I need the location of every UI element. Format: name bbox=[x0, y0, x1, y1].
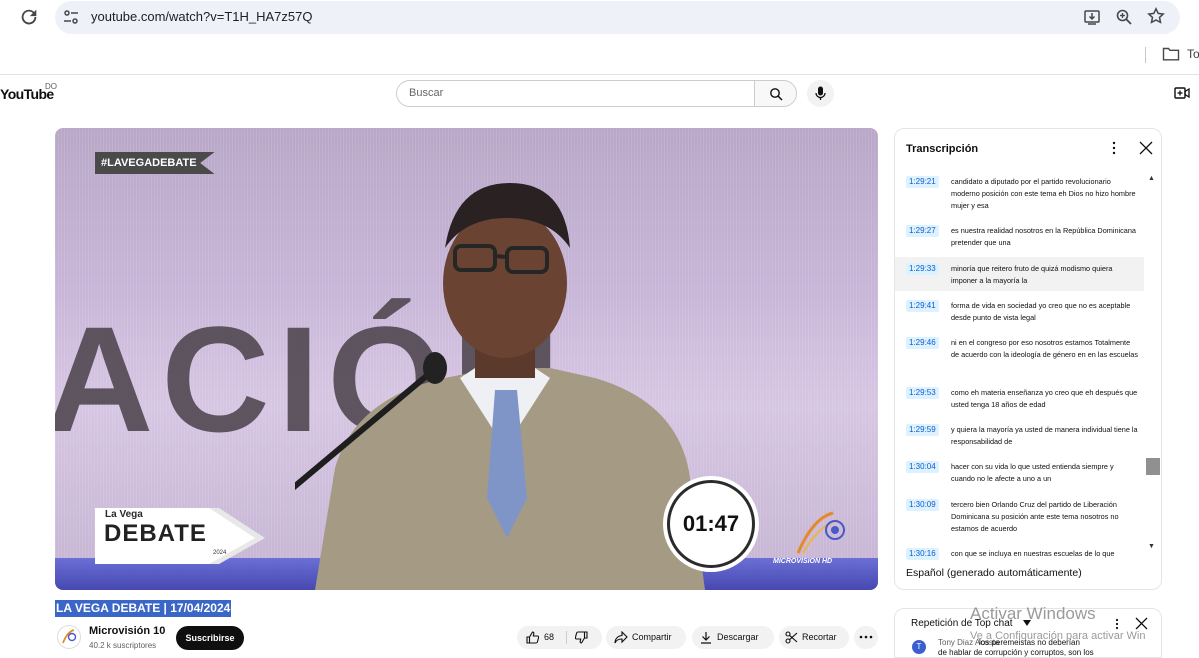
dislike-icon[interactable] bbox=[575, 631, 588, 644]
channel-avatar[interactable] bbox=[57, 625, 81, 649]
logo-subtitle: La Vega bbox=[105, 509, 143, 520]
download-label: Descargar bbox=[717, 632, 759, 642]
scroll-down-arrow[interactable]: ▼ bbox=[1148, 543, 1155, 550]
activate-windows-title: Activar Windows bbox=[970, 604, 1096, 623]
transcript-title: Transcripción bbox=[906, 143, 979, 155]
bookmark-star-icon[interactable] bbox=[1147, 7, 1165, 25]
reload-icon[interactable] bbox=[18, 6, 40, 28]
logo-title: DEBATE bbox=[104, 520, 207, 547]
segment-timestamp[interactable]: 1:30:16 bbox=[906, 548, 939, 560]
segment-text: ni en el congreso por eso nosotros estam… bbox=[951, 338, 1139, 359]
transcript-segment[interactable]: 1:29:46 ni en el congreso por eso nosotr… bbox=[895, 335, 1144, 373]
transcript-segment[interactable]: 1:29:41 forma de vida en sociedad yo cre… bbox=[895, 298, 1144, 324]
transcript-segment[interactable]: 1:30:16 con que se incluya en nuestras e… bbox=[895, 546, 1144, 560]
toolbar-divider bbox=[0, 74, 1199, 75]
scissors-icon bbox=[785, 631, 798, 644]
segment-text: candidato a diputado por el partido revo… bbox=[951, 177, 1136, 210]
clip-button[interactable]: Recortar bbox=[779, 626, 849, 649]
segment-text: hacer con su vida lo que usted entienda … bbox=[951, 462, 1114, 483]
segment-timestamp[interactable]: 1:29:33 bbox=[906, 263, 939, 275]
search-input[interactable] bbox=[409, 87, 739, 99]
download-icon bbox=[701, 632, 711, 644]
activate-windows-subtitle: Ve a Configuración para activar Win bbox=[970, 630, 1146, 642]
segment-timestamp[interactable]: 1:30:09 bbox=[906, 499, 939, 511]
more-actions-button[interactable] bbox=[854, 626, 878, 649]
like-count[interactable]: 68 bbox=[544, 626, 554, 649]
transcript-segment[interactable]: 1:30:09 tercero bien Orlando Cruz del pa… bbox=[895, 497, 1144, 535]
debate-timer: 01:47 bbox=[667, 480, 755, 568]
like-dislike-group: 68 bbox=[517, 626, 602, 649]
download-button[interactable]: Descargar bbox=[692, 626, 774, 649]
hashtag-overlay: #LAVEGADEBATE bbox=[95, 152, 215, 174]
share-icon bbox=[614, 631, 628, 644]
transcript-scrollbar-thumb[interactable] bbox=[1146, 458, 1160, 475]
speaker-figure bbox=[295, 183, 705, 590]
install-app-icon[interactable] bbox=[1083, 8, 1101, 26]
segment-timestamp[interactable]: 1:29:27 bbox=[906, 225, 939, 237]
site-info-icon[interactable] bbox=[62, 8, 80, 26]
channel-name[interactable]: Microvisión 10 bbox=[89, 625, 165, 637]
channel-logo-icon bbox=[62, 629, 77, 644]
search-icon bbox=[770, 88, 783, 101]
segment-text: tercero bien Orlando Cruz del partido de… bbox=[951, 500, 1119, 533]
segment-timestamp[interactable]: 1:29:46 bbox=[906, 337, 939, 349]
clip-label: Recortar bbox=[802, 632, 837, 642]
more-vertical-icon[interactable] bbox=[1109, 141, 1119, 155]
share-label: Compartir bbox=[632, 632, 672, 642]
close-icon[interactable] bbox=[1139, 141, 1153, 155]
segment-text: y quiera la mayoría ya usted de manera i… bbox=[951, 425, 1138, 446]
segment-text: como eh materia enseñanza yo creo que eh… bbox=[951, 388, 1138, 409]
video-title: LA VEGA DEBATE | 17/04/2024 bbox=[55, 600, 232, 617]
transcript-segment[interactable]: 1:29:27 es nuestra realidad nosotros en … bbox=[895, 223, 1144, 249]
transcript-segment[interactable]: 1:29:59 y quiera la mayoría ya usted de … bbox=[895, 422, 1144, 448]
chat-message-continued: de hablar de corrupción y corruptos, son… bbox=[938, 648, 1094, 657]
timer-value: 01:47 bbox=[682, 511, 740, 536]
bookmark-folder-label[interactable]: To bbox=[1187, 47, 1199, 61]
more-horizontal-icon bbox=[859, 635, 873, 639]
scroll-up-arrow[interactable]: ▲ bbox=[1148, 175, 1155, 182]
transcript-segment[interactable]: 1:29:53 como eh materia enseñanza yo cre… bbox=[895, 385, 1144, 411]
chat-author-avatar[interactable]: T bbox=[912, 640, 926, 654]
microvision-label: MICROVISION HD bbox=[773, 558, 833, 565]
browser-toolbar: youtube.com/watch?v=T1H_HA7z57Q To bbox=[0, 0, 1199, 75]
segment-timestamp[interactable]: 1:29:41 bbox=[906, 300, 939, 312]
voice-search-button[interactable] bbox=[807, 80, 834, 107]
logo-year: 2024 bbox=[213, 550, 227, 556]
close-icon[interactable] bbox=[1135, 617, 1148, 630]
subscribe-button[interactable]: Suscribirse bbox=[176, 626, 244, 650]
video-player[interactable]: ACIÓN #LAVEGADEBATE La Vega DEBATE 2024 … bbox=[55, 128, 878, 590]
microvision-watermark: MICROVISION HD bbox=[773, 508, 863, 570]
transcript-panel: Transcripción 1:29:21 candidato a diputa… bbox=[894, 128, 1162, 590]
transcript-segment[interactable]: 1:30:04 hacer con su vida lo que usted e… bbox=[895, 459, 1144, 485]
bookmarks-separator bbox=[1145, 47, 1146, 63]
segment-timestamp[interactable]: 1:29:53 bbox=[906, 387, 939, 399]
segment-timestamp[interactable]: 1:29:21 bbox=[906, 176, 939, 188]
create-video-icon[interactable] bbox=[1174, 86, 1190, 100]
segment-text: con que se incluya en nuestras escuelas … bbox=[951, 549, 1115, 558]
segment-timestamp[interactable]: 1:29:59 bbox=[906, 424, 939, 436]
transcript-segment[interactable]: 1:29:21 candidato a diputado por el part… bbox=[895, 174, 1144, 212]
search-button[interactable] bbox=[754, 80, 797, 107]
microvision-logo-icon bbox=[796, 511, 845, 554]
search-box[interactable] bbox=[396, 80, 755, 107]
url-text[interactable]: youtube.com/watch?v=T1H_HA7z57Q bbox=[91, 9, 312, 24]
segment-text: forma de vida en sociedad yo creo que no… bbox=[951, 301, 1131, 322]
la-vega-debate-logo: La Vega DEBATE 2024 bbox=[95, 506, 265, 566]
zoom-icon[interactable] bbox=[1115, 8, 1133, 26]
segment-text: minoría que reitero fruto de quizá modis… bbox=[951, 264, 1113, 285]
transcript-language-selector[interactable]: Español (generado automáticamente) bbox=[906, 567, 1082, 579]
subscriber-count: 40.2 k suscriptores bbox=[89, 641, 157, 650]
share-button[interactable]: Compartir bbox=[606, 626, 686, 649]
microphone-icon bbox=[815, 86, 826, 100]
logo-country-code: DO bbox=[45, 82, 57, 91]
more-vertical-icon[interactable] bbox=[1113, 618, 1121, 630]
like-icon[interactable] bbox=[526, 631, 539, 644]
transcript-segment-active[interactable]: 1:29:33 minoría que reitero fruto de qui… bbox=[895, 257, 1144, 291]
folder-icon[interactable] bbox=[1162, 46, 1180, 62]
segment-timestamp[interactable]: 1:30:04 bbox=[906, 461, 939, 473]
segment-text: es nuestra realidad nosotros en la Repúb… bbox=[951, 226, 1136, 247]
like-divider bbox=[566, 631, 567, 644]
